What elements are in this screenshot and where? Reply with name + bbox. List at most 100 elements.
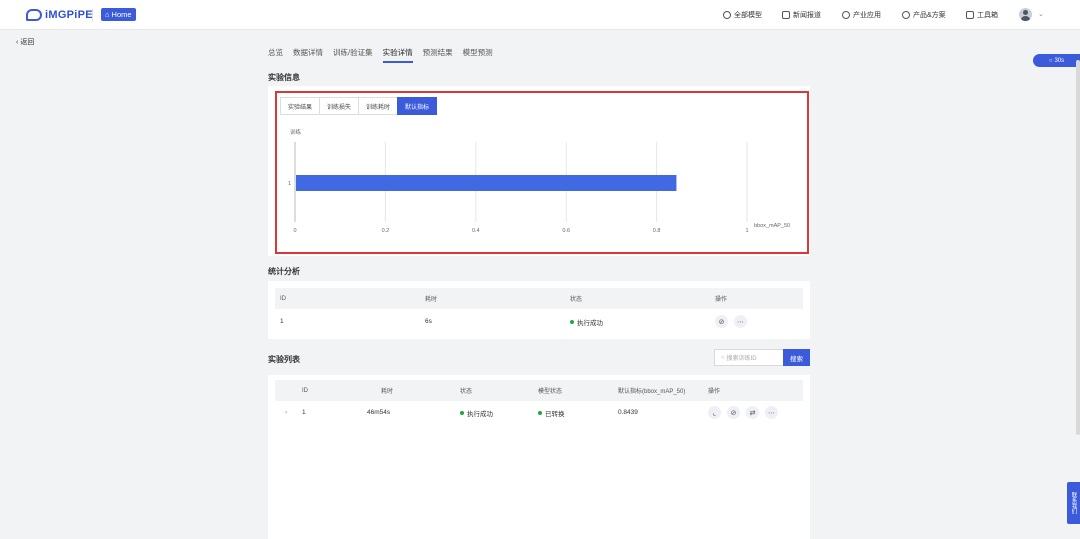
stop-icon[interactable]: ⊘ [715,315,728,328]
tab-overview[interactable]: 总览 [268,47,283,63]
home-icon: ⌂ [105,10,110,19]
info-subtabs: 实验结果 训练损失 训练耗时 默认指标 [280,97,438,115]
brand-logo[interactable]: iMGPiPE [26,8,93,22]
search-icon: ○ [1048,57,1053,64]
cell-status: 执行成功 [570,311,603,332]
col-model-status: 模型状态 [538,389,563,395]
nav-news[interactable]: 新闻报道 [782,9,821,21]
gear-icon [842,11,850,19]
cell-time: 46m54s [367,409,391,416]
chart-icon[interactable]: ⌞ [708,406,721,419]
status-label: 执行成功 [577,319,603,327]
model-status-label: 已转换 [545,410,565,418]
section-title-statistics: 统计分析 [268,267,300,276]
news-icon [782,11,790,19]
section-title-experiment-info: 实验信息 [268,73,300,82]
subtab-train-loss[interactable]: 训练损失 [319,97,360,115]
stop-icon[interactable]: ⊘ [727,406,740,419]
x-tick-label: 0.2 [382,228,390,234]
y-axis-label: 训练 [290,128,302,136]
nav-label: 工具箱 [977,12,998,19]
status-label: 执行成功 [467,410,493,418]
cell-metric: 0.8439 [618,409,638,416]
expand-chevron-icon[interactable]: › [285,402,287,423]
tab-prediction-results[interactable]: 预测结果 [423,47,453,63]
timer-label: 30s [1054,57,1065,64]
nav-all-models[interactable]: 全部模型 [723,9,762,21]
subtab-default-metric[interactable]: 默认指标 [397,97,438,115]
status-dot [460,410,464,415]
metric-bar-chart: 0 0.2 0.4 0.6 0.8 1 训练 1 bbox_mAP_50 [288,128,790,234]
cell-status: 执行成功 [460,402,493,423]
col-time: 耗时 [381,389,394,395]
x-tick-label: 0 [293,228,296,234]
nav-label: 产品&方案 [913,12,946,19]
cell-time: 6s [425,318,432,325]
x-tick-label: 0.6 [562,228,570,234]
scrollbar[interactable] [1076,60,1080,435]
contact-us-button[interactable]: 联系我们 [1067,482,1080,524]
section-title-experiment-list: 实验列表 [268,355,300,364]
nav-products[interactable]: 产品&方案 [902,9,946,21]
more-icon[interactable]: ⋯ [734,315,747,328]
table-row[interactable]: › 1 46m54s 执行成功 已转换 0.8439 ⌞ ⊘ ⇄ ⋯ [275,402,803,424]
search-placeholder: 搜索训练ID [726,356,757,362]
col-id: ID [302,387,308,394]
col-id: ID [280,295,286,302]
tab-model-prediction[interactable]: 模型预测 [463,47,493,63]
cell-id: 1 [280,318,284,325]
x-axis-label: bbox_mAP_50 [754,223,790,229]
experiment-list-panel: ID 耗时 状态 模型状态 默认指标(bbox_mAP_50) 操作 › 1 4… [268,375,810,539]
logo-text: iMGPiPE [45,9,93,21]
tab-data-details[interactable]: 数据详情 [293,47,323,63]
subtab-train-time[interactable]: 训练耗时 [358,97,399,115]
search-icon: ○ [721,354,725,361]
list-table-header: ID 耗时 状态 模型状态 默认指标(bbox_mAP_50) 操作 [275,380,803,401]
x-tick-label: 0.4 [472,228,480,234]
divider [92,9,93,21]
row-actions: ⌞ ⊘ ⇄ ⋯ [708,402,778,423]
home-label: Home [111,10,132,19]
user-avatar[interactable] [1019,8,1032,21]
x-tick-label: 1 [745,228,748,234]
more-icon[interactable]: ⋯ [765,406,778,419]
logo-icon [26,9,42,21]
cell-id: 1 [302,409,306,416]
col-actions: 操作 [708,389,721,395]
col-status: 状态 [570,297,583,303]
table-row: 1 6s 执行成功 ⊘ ⋯ [275,311,803,333]
chevron-left-icon: ‹ [16,38,19,46]
bar [296,175,677,191]
nav-label: 新闻报道 [793,12,821,19]
top-navbar: iMGPiPE ⌂ Home 全部模型 新闻报道 产业应用 产品&方案 工具箱 … [0,0,1080,30]
col-actions: 操作 [715,297,728,303]
back-link[interactable]: ‹ 返回 [16,37,34,47]
tab-train-val-set[interactable]: 训练/验证集 [333,47,373,63]
toolbox-icon [966,11,974,19]
status-dot [570,319,574,324]
nav-industry[interactable]: 产业应用 [842,9,881,21]
search-input[interactable]: ○ 搜索训练ID [714,349,784,366]
search-button[interactable]: 搜索 [783,349,810,366]
swap-icon[interactable]: ⇄ [746,406,759,419]
x-tick-label: 0.8 [653,228,661,234]
home-button[interactable]: ⌂ Home [101,8,136,21]
detail-tabs: 总览 数据详情 训练/验证集 实验详情 预测结果 模型预测 [268,47,493,63]
stats-table-header: ID 耗时 状态 操作 [275,288,803,309]
col-status: 状态 [460,389,473,395]
contact-label: 联系我们 [1070,492,1077,514]
subtab-results[interactable]: 实验结果 [280,97,321,115]
col-default-metric: 默认指标(bbox_mAP_50) [618,389,686,395]
row-actions: ⊘ ⋯ [715,311,747,332]
cube-icon [723,11,731,19]
tab-experiment-details[interactable]: 实验详情 [382,47,413,63]
cell-model-status: 已转换 [538,402,565,423]
chevron-down-icon[interactable]: ⌄ [1038,10,1044,18]
nav-toolbox[interactable]: 工具箱 [966,9,998,21]
back-label: 返回 [20,39,35,46]
nav-label: 产业应用 [853,12,881,19]
refresh-timer[interactable]: ○ 30s [1033,54,1080,67]
statistics-panel: ID 耗时 状态 操作 1 6s 执行成功 ⊘ ⋯ [268,281,810,339]
bulb-icon [902,11,910,19]
nav-label: 全部模型 [734,12,762,19]
